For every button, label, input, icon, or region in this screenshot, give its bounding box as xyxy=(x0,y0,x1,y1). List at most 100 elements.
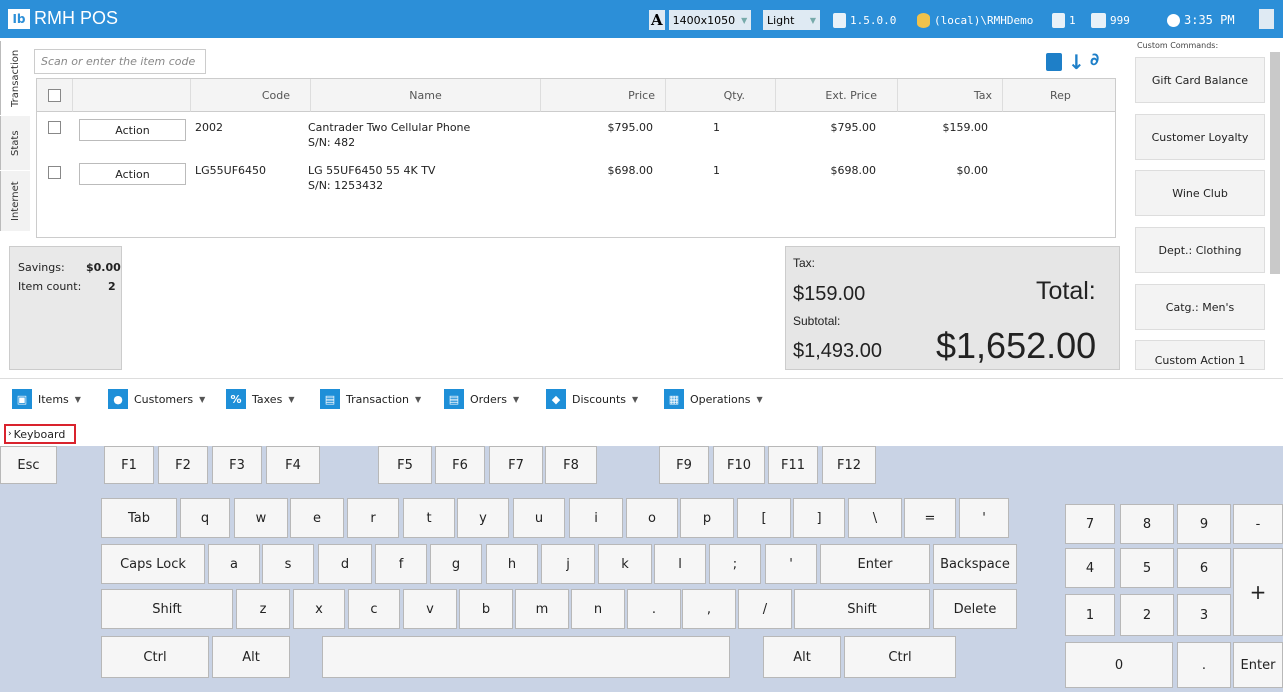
key-j[interactable]: j xyxy=(541,544,595,584)
key-f9[interactable]: F9 xyxy=(659,446,709,484)
key-g[interactable]: g xyxy=(430,544,482,584)
key-semicolon[interactable]: ; xyxy=(709,544,761,584)
key-delete[interactable]: Delete xyxy=(933,589,1017,629)
key-alt-right[interactable]: Alt xyxy=(763,636,841,678)
key-comma[interactable]: , xyxy=(682,589,736,629)
key-esc[interactable]: Esc xyxy=(0,446,57,484)
resolution-selector[interactable]: A 1400x1050 ▼ xyxy=(649,10,751,30)
key-w[interactable]: w xyxy=(234,498,288,538)
catg-mens-button[interactable]: Catg.: Men's xyxy=(1135,284,1265,330)
key-f3[interactable]: F3 xyxy=(212,446,262,484)
key-alt-left[interactable]: Alt xyxy=(212,636,290,678)
key-p[interactable]: p xyxy=(680,498,734,538)
key-f[interactable]: f xyxy=(375,544,427,584)
key-z[interactable]: z xyxy=(236,589,290,629)
numpad-4[interactable]: 4 xyxy=(1065,548,1115,588)
key-ctrl-right[interactable]: Ctrl xyxy=(844,636,956,678)
numpad-7[interactable]: 7 xyxy=(1065,504,1115,544)
key-caps-lock[interactable]: Caps Lock xyxy=(101,544,205,584)
key-d[interactable]: d xyxy=(318,544,372,584)
tab-internet[interactable]: Internet xyxy=(0,171,30,231)
key-f2[interactable]: F2 xyxy=(158,446,208,484)
key-o[interactable]: o xyxy=(626,498,678,538)
key-c[interactable]: c xyxy=(348,589,400,629)
row-action-button[interactable]: Action xyxy=(79,163,186,185)
key-shift-right[interactable]: Shift xyxy=(794,589,930,629)
menu-customers[interactable]: ● Customers ▼ xyxy=(108,388,205,410)
key-r[interactable]: r xyxy=(347,498,399,538)
col-ext-price[interactable]: Ext. Price xyxy=(776,79,898,112)
key-k[interactable]: k xyxy=(598,544,652,584)
key-f8[interactable]: F8 xyxy=(545,446,597,484)
tab-transaction[interactable]: Transaction xyxy=(0,41,30,115)
key-bracket-left[interactable]: [ xyxy=(737,498,791,538)
numpad-8[interactable]: 8 xyxy=(1120,504,1174,544)
key-f4[interactable]: F4 xyxy=(266,446,320,484)
customer-loyalty-button[interactable]: Customer Loyalty xyxy=(1135,114,1265,160)
arrow-down-icon[interactable]: ↓ xyxy=(1068,50,1085,74)
key-h[interactable]: h xyxy=(486,544,538,584)
key-a[interactable]: a xyxy=(208,544,260,584)
row-checkbox[interactable] xyxy=(48,166,61,179)
item-code-input[interactable]: Scan or enter the item code xyxy=(34,49,206,74)
tab-stats[interactable]: Stats xyxy=(0,116,30,170)
key-f7[interactable]: F7 xyxy=(489,446,543,484)
key-period[interactable]: . xyxy=(627,589,681,629)
key-q[interactable]: q xyxy=(180,498,230,538)
key-m[interactable]: m xyxy=(515,589,569,629)
link-icon[interactable]: ∂ xyxy=(1090,50,1099,70)
key-shift-left[interactable]: Shift xyxy=(101,589,233,629)
menu-items[interactable]: ▣ Items ▼ xyxy=(12,388,81,410)
key-f11[interactable]: F11 xyxy=(768,446,818,484)
numpad-minus[interactable]: - xyxy=(1233,504,1283,544)
key-f1[interactable]: F1 xyxy=(104,446,154,484)
key-t[interactable]: t xyxy=(403,498,455,538)
custom-commands-scrollbar[interactable] xyxy=(1270,52,1280,274)
menu-taxes[interactable]: % Taxes ▼ xyxy=(226,388,294,410)
keyboard-toggle[interactable]: › Keyboard xyxy=(4,424,76,444)
gift-card-balance-button[interactable]: Gift Card Balance xyxy=(1135,57,1265,103)
key-b[interactable]: b xyxy=(459,589,513,629)
key-f12[interactable]: F12 xyxy=(822,446,876,484)
dept-clothing-button[interactable]: Dept.: Clothing xyxy=(1135,227,1265,273)
key-v[interactable]: v xyxy=(403,589,457,629)
numpad-plus[interactable]: + xyxy=(1233,548,1283,636)
numpad-enter[interactable]: Enter xyxy=(1233,642,1283,688)
key-quote[interactable]: ' xyxy=(959,498,1009,538)
col-rep[interactable]: Rep xyxy=(1003,79,1115,112)
key-space[interactable] xyxy=(322,636,730,678)
wine-club-button[interactable]: Wine Club xyxy=(1135,170,1265,216)
menu-orders[interactable]: ▤ Orders ▼ xyxy=(444,388,519,410)
row-action-button[interactable]: Action xyxy=(79,119,186,141)
numpad-5[interactable]: 5 xyxy=(1120,548,1174,588)
col-qty[interactable]: Qty. xyxy=(666,79,776,112)
key-n[interactable]: n xyxy=(571,589,625,629)
numpad-3[interactable]: 3 xyxy=(1177,594,1231,636)
numpad-decimal[interactable]: . xyxy=(1177,642,1231,688)
key-enter[interactable]: Enter xyxy=(820,544,930,584)
key-tab[interactable]: Tab xyxy=(101,498,177,538)
numpad-6[interactable]: 6 xyxy=(1177,548,1231,588)
key-f10[interactable]: F10 xyxy=(713,446,765,484)
menu-discounts[interactable]: ◆ Discounts ▼ xyxy=(546,388,638,410)
numpad-0[interactable]: 0 xyxy=(1065,642,1173,688)
key-f5[interactable]: F5 xyxy=(378,446,432,484)
key-backspace[interactable]: Backspace xyxy=(933,544,1017,584)
menu-operations[interactable]: ▦ Operations ▼ xyxy=(664,388,763,410)
key-backslash[interactable]: \ xyxy=(848,498,902,538)
key-bracket-right[interactable]: ] xyxy=(793,498,845,538)
col-tax[interactable]: Tax xyxy=(898,79,1003,112)
key-l[interactable]: l xyxy=(654,544,706,584)
col-code[interactable]: Code xyxy=(191,79,311,112)
bag-icon[interactable] xyxy=(1046,53,1062,71)
key-apostrophe[interactable]: ' xyxy=(765,544,817,584)
key-i[interactable]: i xyxy=(569,498,623,538)
key-e[interactable]: e xyxy=(290,498,344,538)
numpad-1[interactable]: 1 xyxy=(1065,594,1115,636)
key-f6[interactable]: F6 xyxy=(435,446,485,484)
key-slash[interactable]: / xyxy=(738,589,792,629)
col-price[interactable]: Price xyxy=(541,79,666,112)
select-all-checkbox[interactable] xyxy=(48,89,61,102)
key-equals[interactable]: = xyxy=(904,498,956,538)
theme-selector[interactable]: Light ▼ xyxy=(763,10,820,30)
